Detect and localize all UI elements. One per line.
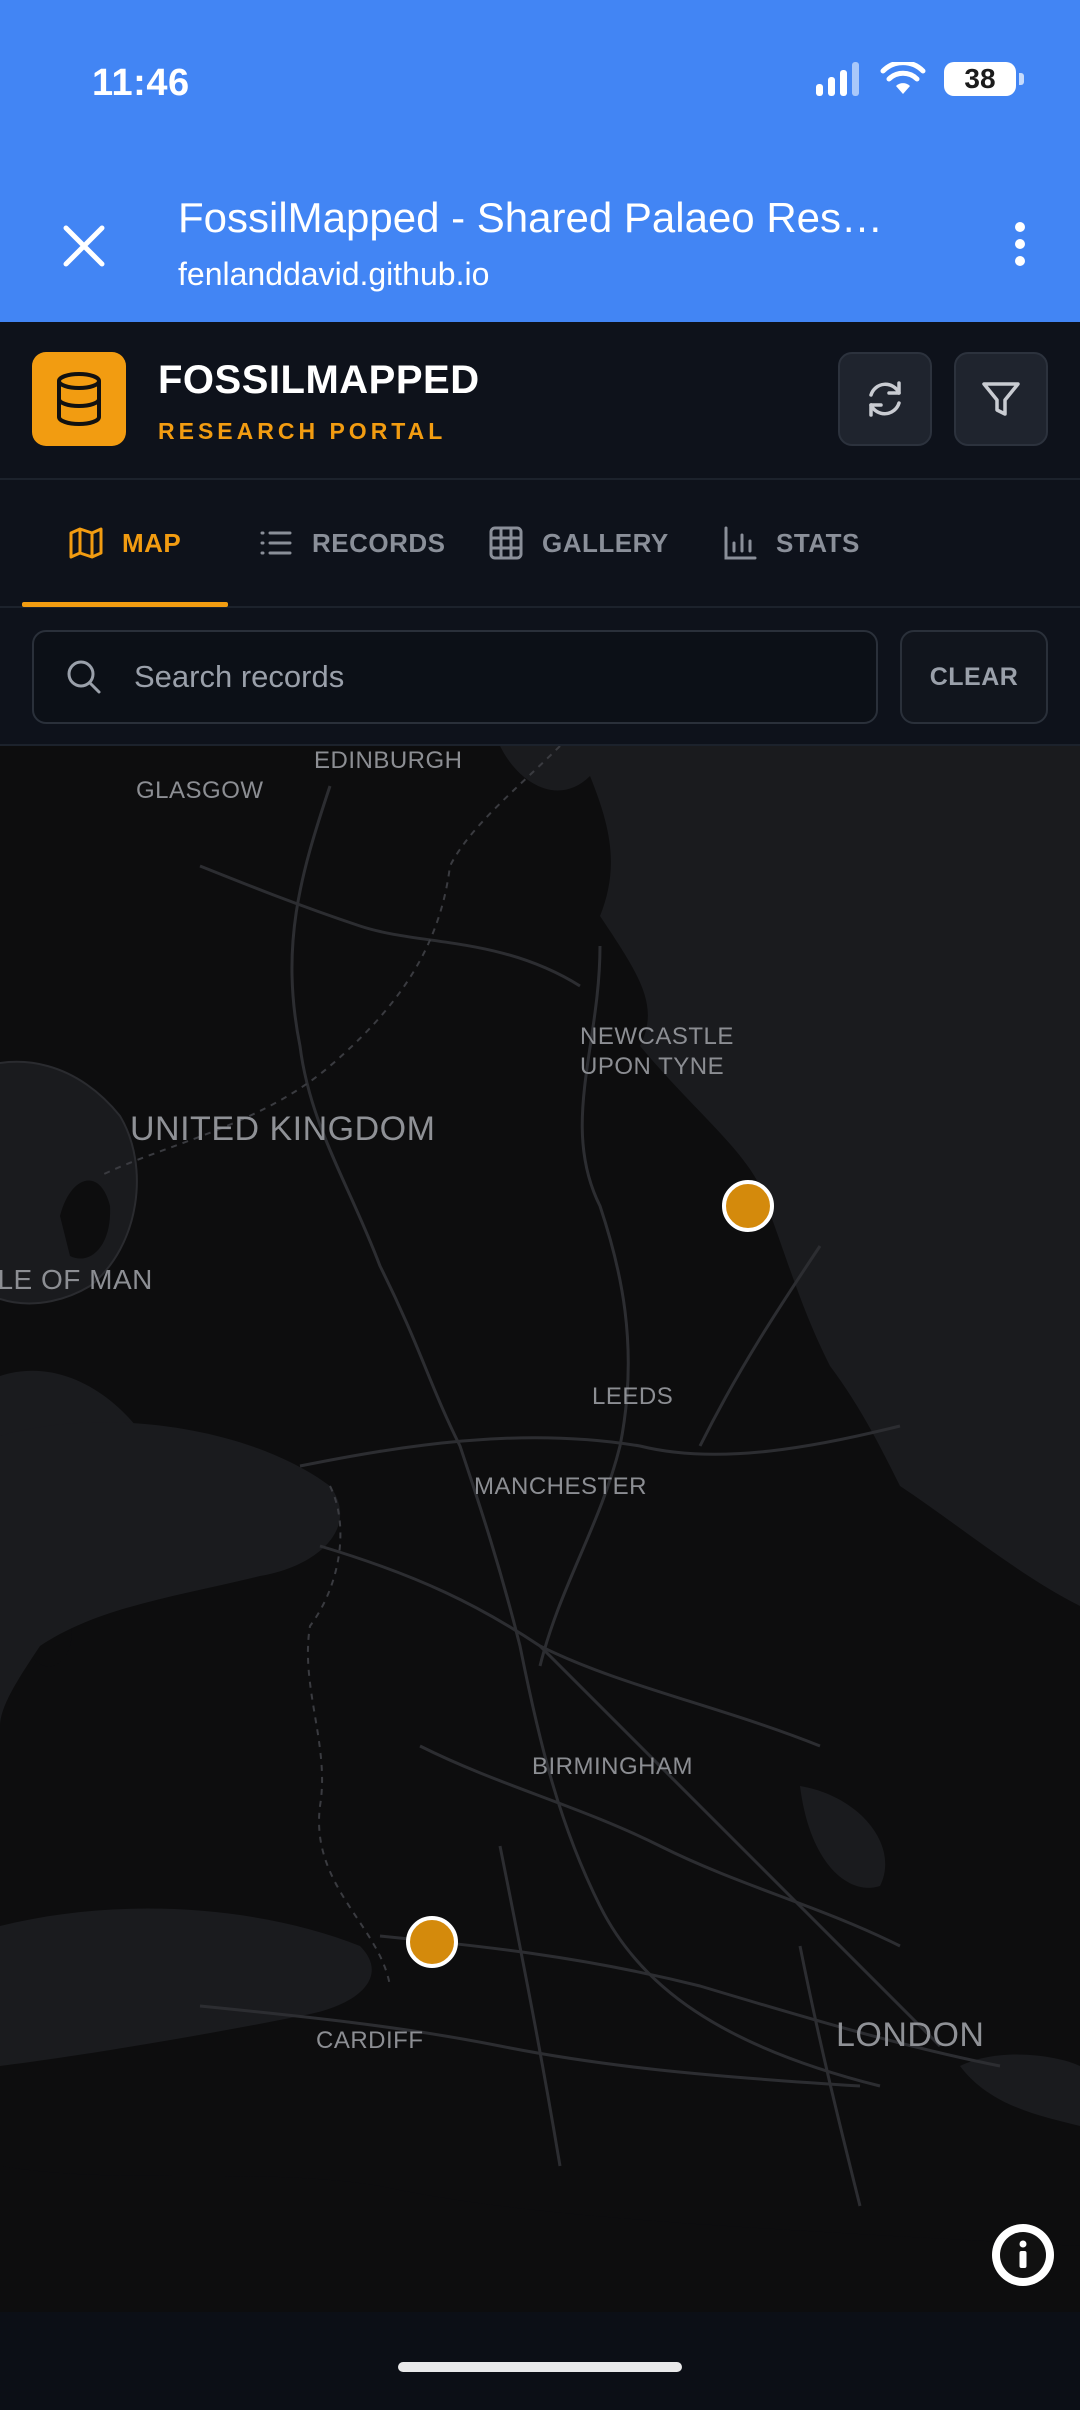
map-basemap xyxy=(0,746,1080,2312)
map-attribution-button[interactable] xyxy=(992,2224,1054,2286)
search-bar: CLEAR xyxy=(0,608,1080,746)
search-icon xyxy=(67,660,101,694)
battery-level: 38 xyxy=(964,63,996,94)
search-field[interactable] xyxy=(32,630,878,724)
filter-button[interactable] xyxy=(954,352,1048,446)
tab-bar: MAP RECORDS GALLERY STATS xyxy=(0,480,1080,608)
info-icon xyxy=(1000,2232,1046,2278)
app-subtitle: RESEARCH PORTAL xyxy=(158,418,447,444)
app-header: FOSSILMAPPED RESEARCH PORTAL xyxy=(0,322,1080,480)
more-vert-icon[interactable] xyxy=(1000,214,1040,274)
tab-records-label: RECORDS xyxy=(312,527,446,558)
app-name: FOSSILMAPPED xyxy=(158,358,480,402)
refresh-button[interactable] xyxy=(838,352,932,446)
tab-gallery-label: GALLERY xyxy=(542,527,669,558)
tab-stats[interactable]: STATS xyxy=(722,480,860,606)
system-nav-bar xyxy=(0,2312,1080,2410)
tab-map[interactable]: MAP xyxy=(68,480,181,606)
map-label-london: LONDON xyxy=(836,2016,985,2054)
status-time: 11:46 xyxy=(92,62,190,104)
map-label-manchester: MANCHESTER xyxy=(474,1473,648,1500)
filter-icon xyxy=(982,382,1020,416)
fossil-record-marker[interactable] xyxy=(406,1916,458,1968)
map-label-birmingham: BIRMINGHAM xyxy=(532,1753,693,1780)
close-icon[interactable] xyxy=(58,220,110,272)
grid-icon xyxy=(489,526,523,560)
active-tab-indicator xyxy=(22,602,228,607)
map-label-newcastle: NEWCASTLE UPON TYNE xyxy=(580,1023,734,1080)
home-indicator[interactable] xyxy=(398,2362,682,2372)
browser-page-title: FossilMapped - Shared Palaeo Rese... xyxy=(178,194,898,241)
map-label-united-kingdom: UNITED KINGDOM xyxy=(130,1110,436,1148)
database-icon xyxy=(32,352,126,446)
tab-records[interactable]: RECORDS xyxy=(258,480,446,606)
wifi-icon xyxy=(880,62,926,94)
status-icons: 38 xyxy=(816,62,1024,96)
signal-icon xyxy=(816,62,859,96)
map-label-isle-of-man: ISLE OF MAN xyxy=(0,1264,153,1295)
browser-url[interactable]: fenlanddavid.github.io xyxy=(178,256,489,293)
bar-chart-icon xyxy=(724,526,757,560)
tab-stats-label: STATS xyxy=(776,527,860,558)
refresh-icon xyxy=(869,381,901,417)
map-icon xyxy=(69,527,103,559)
browser-chrome: 11:46 38 FossilMapped - Shared Palaeo Re… xyxy=(0,0,1080,322)
search-input[interactable] xyxy=(134,659,834,695)
fossil-record-marker[interactable] xyxy=(722,1180,774,1232)
tab-map-label: MAP xyxy=(122,527,182,558)
map-label-edinburgh: EDINBURGH xyxy=(314,747,463,774)
map-view[interactable]: EDINBURGH GLASGOW NEWCASTLE UPON TYNE UN… xyxy=(0,746,1080,2312)
battery-icon: 38 xyxy=(944,62,1024,96)
map-label-leeds: LEEDS xyxy=(592,1383,674,1410)
list-icon xyxy=(260,531,292,555)
clear-button[interactable]: CLEAR xyxy=(900,630,1048,724)
tab-gallery[interactable]: GALLERY xyxy=(488,480,669,606)
map-label-glasgow: GLASGOW xyxy=(136,777,264,804)
map-label-cardiff: CARDIFF xyxy=(316,2027,424,2054)
